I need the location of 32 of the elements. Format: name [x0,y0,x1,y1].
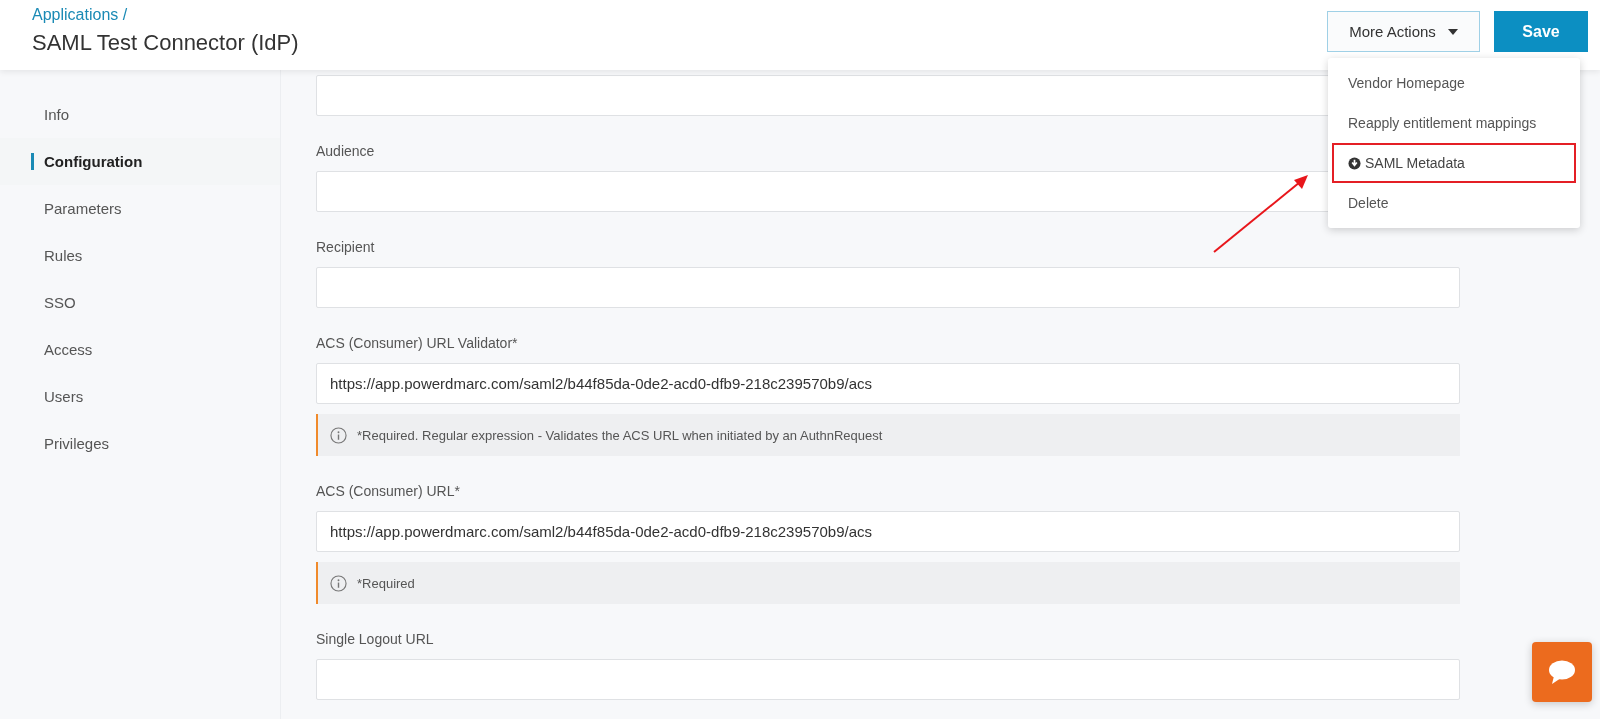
field-label: ACS (Consumer) URL* [316,483,461,499]
input-field[interactable] [316,659,1460,700]
menu-item[interactable]: Reapply entitlement mappings [1332,103,1576,143]
speech-bubble-icon [1547,659,1577,685]
input-field[interactable]: https://app.powerdmarc.com/saml2/b44f85da-0de2-acd0-dfb9-218c239570b9/acs [316,511,1460,552]
info-icon [330,574,347,592]
sidebar-item[interactable]: Rules [0,232,280,279]
sidebar-item[interactable]: Privileges [0,420,280,467]
field-label: Audience [316,143,376,159]
sidebar-item[interactable]: Parameters [0,185,280,232]
menu-item[interactable]: Delete [1332,183,1576,223]
info-icon [330,426,347,444]
sidebar-item[interactable]: SSO [0,279,280,326]
caret-icon [1447,28,1458,35]
sidebar-item[interactable]: Info [0,91,280,138]
hint-text: *Required. Regular expression - Validates the ACS URL when initiated by an AuthnRequest [357,427,883,443]
hint-text: *Required [357,575,415,591]
input-field[interactable]: https://app.powerdmarc.com/saml2/b44f85da-0de2-acd0-dfb9-218c239570b9/acs [316,363,1460,404]
field-label: ACS (Consumer) URL Validator* [316,335,519,351]
sidebar-item[interactable]: Access [0,326,280,373]
breadcrumb-link[interactable]: Applications / [32,6,299,24]
menu-item[interactable]: SAML Metadata [1332,143,1576,183]
chat-button[interactable] [1532,642,1592,702]
more-actions-button[interactable]: More Actions [1327,11,1480,52]
field-label: Single Logout URL [316,631,435,647]
sidebar-item[interactable]: Users [0,373,280,420]
download-circle-icon [1348,156,1361,170]
field-label: Recipient [316,239,376,255]
save-button[interactable]: Save [1494,11,1588,52]
menu-item[interactable]: Vendor Homepage [1332,63,1576,103]
page-title: SAML Test Connector (IdP) [32,30,299,56]
input-field[interactable] [316,267,1460,308]
